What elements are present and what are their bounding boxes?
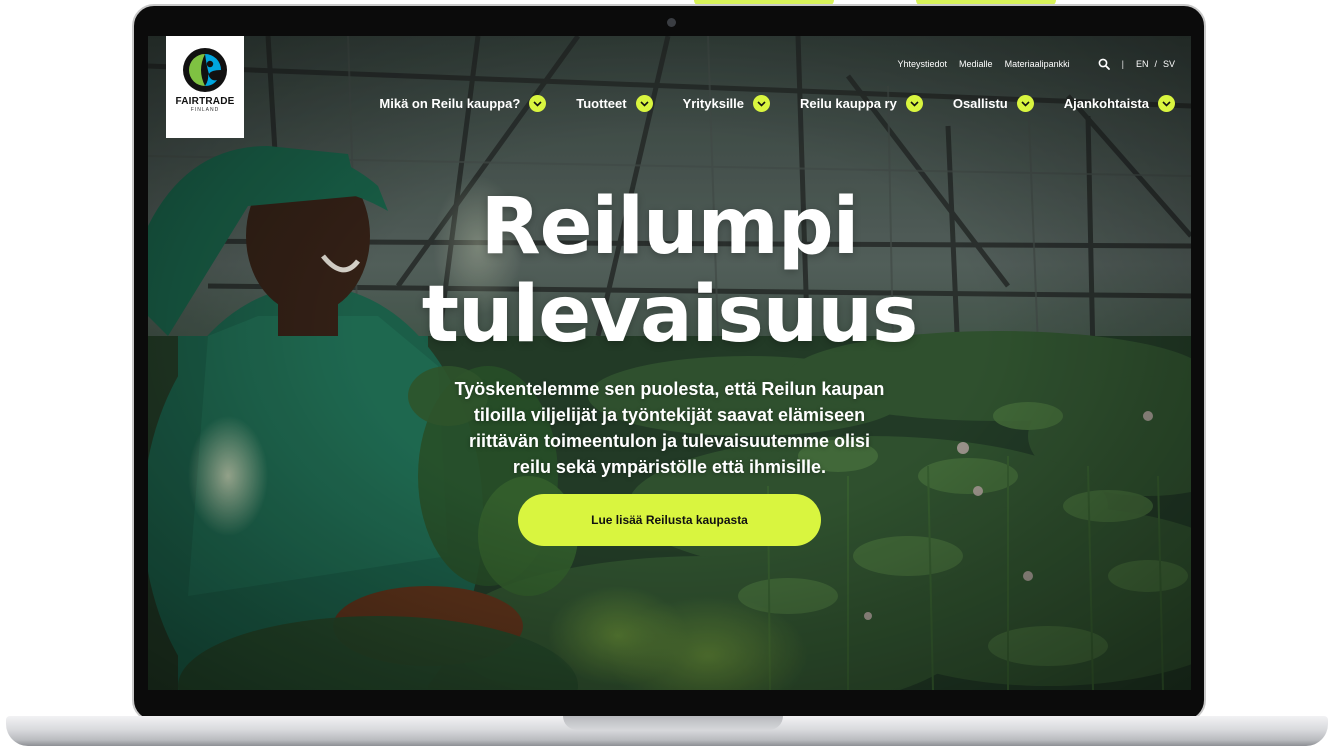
- chevron-down-icon[interactable]: [529, 95, 547, 112]
- chevron-down-icon[interactable]: [905, 95, 923, 112]
- logo-wordmark: FAIRTRADE: [175, 96, 235, 107]
- language-en[interactable]: EN: [1136, 59, 1149, 69]
- nav-item-label: Mikä on Reilu kauppa?: [379, 96, 521, 111]
- hero-title-line-2: tulevaisuus: [421, 270, 919, 360]
- nav-item-label: Tuotteet: [576, 96, 627, 111]
- utility-links: Yhteystiedot Medialle Materiaalipankki: [898, 59, 1070, 69]
- nav-item-what-is-fairtrade[interactable]: Mikä on Reilu kauppa?: [379, 95, 547, 112]
- hero-title-line-1: Reilumpi: [480, 182, 860, 272]
- logo-subtitle: FINLAND: [190, 107, 220, 113]
- language-sv[interactable]: SV: [1163, 59, 1175, 69]
- laptop-mockup: FAIRTRADE FINLAND Yhteystiedot Medialle …: [0, 0, 1334, 753]
- laptop-base: [6, 716, 1328, 746]
- utility-link-contact[interactable]: Yhteystiedot: [898, 59, 948, 69]
- nav-item-label: Ajankohtaista: [1063, 96, 1149, 111]
- utility-link-media[interactable]: Medialle: [959, 59, 993, 69]
- language-switcher: EN / SV: [1136, 59, 1175, 69]
- chevron-down-icon[interactable]: [1016, 95, 1034, 112]
- hero-text-line: tiloilla viljelijät ja työntekijät saava…: [473, 405, 866, 425]
- chevron-down-icon[interactable]: [753, 95, 771, 112]
- nav-item-label: Reilu kauppa ry: [800, 96, 897, 111]
- read-more-button[interactable]: Lue lisää Reilusta kaupasta: [518, 494, 821, 546]
- fairtrade-mark-icon: [183, 48, 227, 92]
- laptop-notch: [563, 716, 783, 730]
- hero-description: Työskentelemme sen puolesta, että Reilun…: [408, 376, 931, 480]
- main-nav: Mikä on Reilu kauppa? Tuotteet Yrityksil…: [379, 95, 1175, 112]
- fairtrade-logo[interactable]: FAIRTRADE FINLAND: [166, 36, 244, 138]
- hero-text-line: Työskentelemme sen puolesta, että Reilun…: [454, 379, 885, 399]
- hero-background-image: [148, 36, 1191, 690]
- nav-item-products[interactable]: Tuotteet: [576, 95, 653, 112]
- language-separator: /: [1154, 59, 1157, 69]
- nav-item-participate[interactable]: Osallistu: [953, 95, 1034, 112]
- utility-nav: Yhteystiedot Medialle Materiaalipankki |…: [898, 58, 1175, 70]
- nav-item-label: Osallistu: [952, 96, 1008, 111]
- nav-item-news[interactable]: Ajankohtaista: [1064, 95, 1175, 112]
- website-screen: FAIRTRADE FINLAND Yhteystiedot Medialle …: [148, 36, 1191, 690]
- nav-item-association[interactable]: Reilu kauppa ry: [800, 95, 923, 112]
- utility-separator: |: [1121, 59, 1124, 69]
- chevron-down-icon[interactable]: [635, 95, 653, 112]
- hero-text-line: reilu sekä ympäristölle että ihmisille.: [512, 457, 827, 477]
- utility-link-material-bank[interactable]: Materiaalipankki: [1005, 59, 1070, 69]
- chevron-down-icon[interactable]: [1158, 95, 1175, 112]
- hero-text-line: riittävän toimeentulon ja tulevaisuutemm…: [468, 431, 871, 451]
- camera-icon: [667, 18, 676, 27]
- search-icon[interactable]: [1098, 58, 1110, 70]
- nav-item-label: Yrityksille: [682, 96, 745, 111]
- nav-item-for-companies[interactable]: Yrityksille: [682, 95, 771, 112]
